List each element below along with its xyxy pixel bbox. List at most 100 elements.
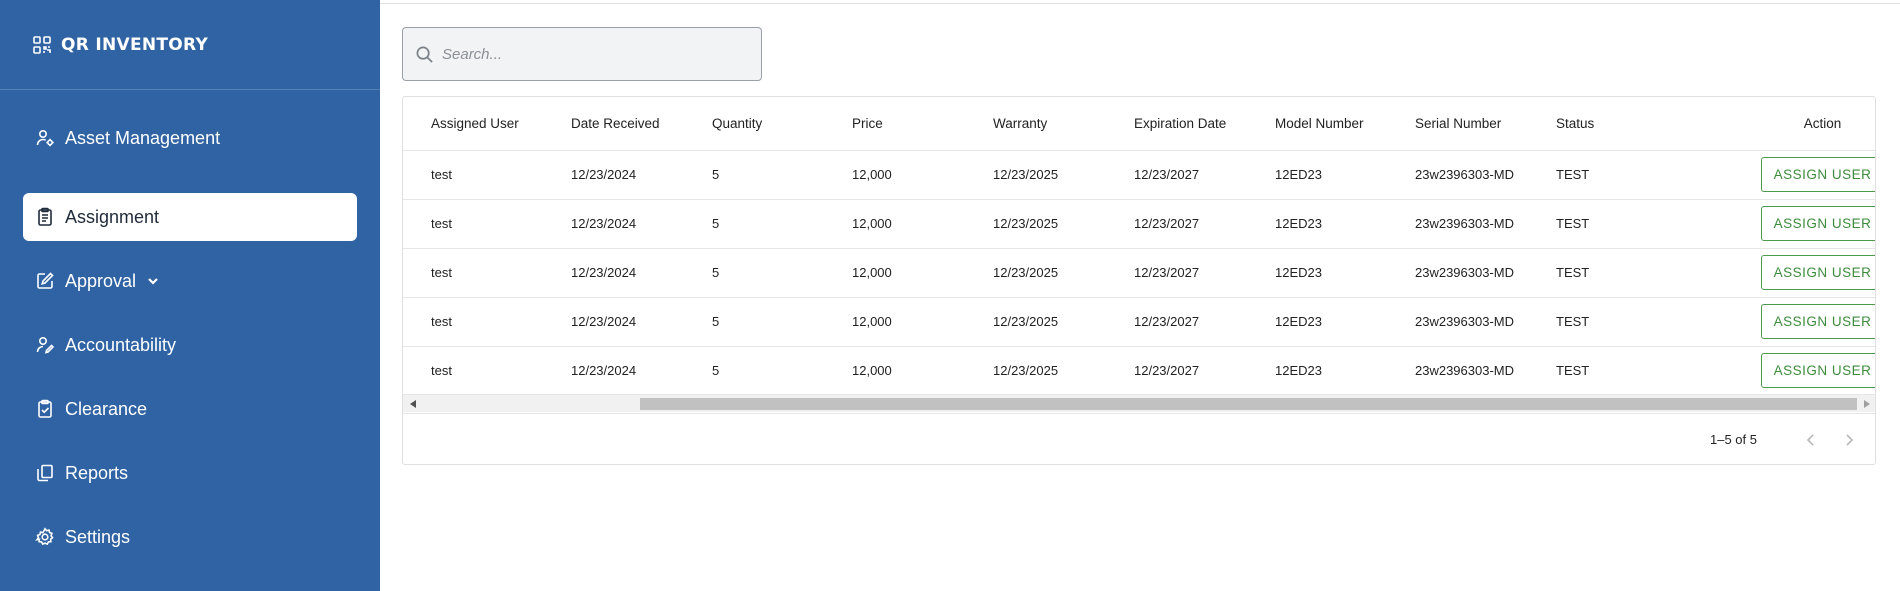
cell-assigned-user: test [403,345,543,395]
cell-quantity: 5 [684,345,824,395]
sidebar-item-asset-management[interactable]: Asset Management [23,114,357,162]
app-root: QR INVENTORY Asset Management Assignment [0,0,1900,591]
cell-model-number: 12ED23 [1247,149,1387,199]
cell-status: TEST [1528,345,1668,395]
horizontal-scrollbar[interactable] [403,394,1875,412]
search-box[interactable] [402,27,762,81]
cell-action: ASSIGN USER [1668,149,1875,199]
sidebar-item-settings[interactable]: Settings [23,513,357,561]
sidebar-item-approval[interactable]: Approval [23,257,357,305]
cell-model-number: 12ED23 [1247,345,1387,395]
scroll-left-arrow-icon[interactable] [410,400,416,408]
column-header-expiration-date[interactable]: Expiration Date [1106,97,1247,150]
cell-serial-number: 23w2396303-MD [1387,149,1528,199]
chevron-down-icon[interactable] [146,274,160,288]
cell-expiration-date: 12/23/2027 [1106,296,1247,346]
cell-date-received: 12/23/2024 [543,247,684,297]
table-row[interactable]: test 12/23/2024 5 12,000 12/23/2025 12/2… [403,296,1875,346]
qr-grid-icon [33,35,51,54]
sidebar-item-label: Approval [65,270,137,291]
cell-date-received: 12/23/2024 [543,296,684,346]
cell-model-number: 12ED23 [1247,296,1387,346]
cell-assigned-user: test [403,247,543,297]
cell-warranty: 12/23/2025 [965,149,1106,199]
chevron-left-icon [1806,433,1814,446]
table-row[interactable]: test 12/23/2024 5 12,000 12/23/2025 12/2… [403,198,1875,248]
cell-price: 12,000 [824,198,965,248]
cell-action: ASSIGN USER [1668,296,1875,346]
cell-status: TEST [1528,296,1668,346]
sidebar-item-label: Clearance [65,398,148,419]
sidebar-item-reports[interactable]: Reports [23,449,357,497]
cell-date-received: 12/23/2024 [543,149,684,199]
cell-expiration-date: 12/23/2027 [1106,345,1247,395]
assign-user-button[interactable]: ASSIGN USER [1760,304,1875,339]
column-header-price[interactable]: Price [824,97,965,150]
scrollbar-thumb[interactable] [640,398,1857,410]
sidebar-item-accountability[interactable]: Accountability [23,321,357,369]
previous-page-button[interactable] [1799,428,1823,452]
cell-warranty: 12/23/2025 [965,198,1106,248]
table-row[interactable]: test 12/23/2024 5 12,000 12/23/2025 12/2… [403,345,1875,395]
sidebar-item-label: Reports [65,462,129,483]
sidebar-item-label: Assignment [65,206,160,227]
table-row[interactable]: test 12/23/2024 5 12,000 12/23/2025 12/2… [403,149,1875,199]
cell-expiration-date: 12/23/2027 [1106,198,1247,248]
cell-quantity: 5 [684,296,824,346]
cell-warranty: 12/23/2025 [965,247,1106,297]
cell-assigned-user: test [403,198,543,248]
scroll-right-arrow-icon[interactable] [1864,400,1870,408]
next-page-button[interactable] [1837,428,1861,452]
cell-price: 12,000 [824,149,965,199]
column-header-assigned-user[interactable]: Assigned User [403,97,543,150]
sidebar-item-label: Settings [65,526,131,547]
copy-files-icon [35,463,55,483]
gear-icon [35,527,55,547]
cell-price: 12,000 [824,296,965,346]
cell-status: TEST [1528,198,1668,248]
user-pen-icon [35,335,55,355]
search-icon [416,46,433,63]
user-gear-icon [35,128,55,148]
sidebar-item-label: Accountability [65,334,177,355]
cell-serial-number: 23w2396303-MD [1387,296,1528,346]
assign-user-button[interactable]: ASSIGN USER [1760,353,1875,389]
cell-price: 12,000 [824,247,965,297]
cell-serial-number: 23w2396303-MD [1387,345,1528,395]
cell-date-received: 12/23/2024 [543,198,684,248]
assign-user-button[interactable]: ASSIGN USER [1760,206,1875,241]
column-header-serial-number[interactable]: Serial Number [1387,97,1528,150]
sidebar-item-assignment[interactable]: Assignment [23,193,357,241]
assignment-table-card: Assigned User Date Received Quantity Pri… [402,96,1876,465]
cell-quantity: 5 [684,149,824,199]
cell-serial-number: 23w2396303-MD [1387,247,1528,297]
sidebar: QR INVENTORY Asset Management Assignment [0,0,380,591]
pagination-range: 1–5 of 5 [1710,432,1757,447]
table-row[interactable]: test 12/23/2024 5 12,000 12/23/2025 12/2… [403,247,1875,297]
cell-serial-number: 23w2396303-MD [1387,198,1528,248]
column-header-date-received[interactable]: Date Received [543,97,684,150]
top-divider [380,3,1900,4]
column-header-warranty[interactable]: Warranty [965,97,1106,150]
sidebar-item-clearance[interactable]: Clearance [23,385,357,433]
table-header-row: Assigned User Date Received Quantity Pri… [403,97,1875,150]
clipboard-check-icon [35,399,55,419]
cell-price: 12,000 [824,345,965,395]
column-header-status[interactable]: Status [1528,97,1668,150]
brand[interactable]: QR INVENTORY [0,0,380,90]
cell-assigned-user: test [403,149,543,199]
column-header-action: Action [1803,115,1842,131]
column-header-model-number[interactable]: Model Number [1247,97,1387,150]
assign-user-button[interactable]: ASSIGN USER [1760,255,1875,290]
cell-model-number: 12ED23 [1247,198,1387,248]
search-input[interactable] [442,45,742,63]
cell-action: ASSIGN USER [1668,247,1875,297]
cell-status: TEST [1528,149,1668,199]
assign-user-button[interactable]: ASSIGN USER [1760,157,1875,192]
cell-status: TEST [1528,247,1668,297]
column-header-quantity[interactable]: Quantity [684,97,824,150]
cell-quantity: 5 [684,247,824,297]
cell-action: ASSIGN USER [1668,198,1875,248]
cell-expiration-date: 12/23/2027 [1106,149,1247,199]
cell-warranty: 12/23/2025 [965,345,1106,395]
